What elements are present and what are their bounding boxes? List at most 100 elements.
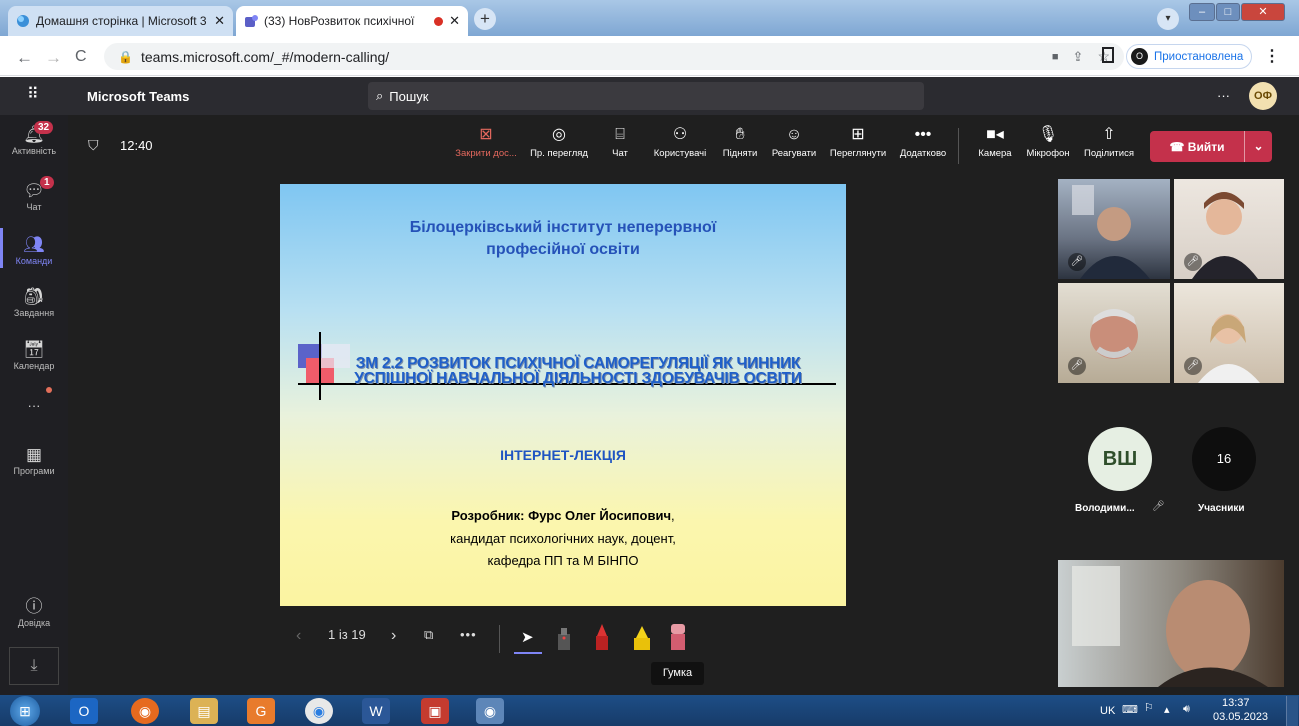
ctrl-label: Поділитися	[1084, 148, 1134, 159]
rail-calendar[interactable]: 📅︎ Календар	[0, 339, 68, 371]
red-pen-icon[interactable]	[592, 622, 612, 652]
ctrl-label: Пр. перегляд	[530, 148, 588, 159]
search-icon: ⌕	[376, 88, 384, 103]
leave-label: Вийти	[1187, 139, 1225, 154]
close-tab-icon[interactable]: ✕	[449, 13, 460, 29]
file-explorer-icon[interactable]: ▤	[190, 698, 218, 724]
author-comma: ,	[671, 508, 675, 523]
participant-avatar[interactable]: ВШ	[1088, 427, 1152, 491]
participant-video-4[interactable]: 🎤︎	[1174, 283, 1284, 383]
stop-sharing-button[interactable]: ⊠ Закрити дос...	[453, 124, 519, 159]
shared-slide: Білоцерківський інститут неперервної про…	[280, 184, 846, 606]
people-button[interactable]: ⚇ Користувачі	[649, 124, 711, 159]
calendar-icon: 📅︎	[23, 340, 45, 359]
search-input[interactable]: ⌕ Пошук	[368, 82, 924, 110]
muted-mic-icon: 🎤︎	[1184, 357, 1202, 375]
pointer-tool-button[interactable]: ➤	[512, 622, 544, 654]
maximize-button[interactable]: □	[1216, 3, 1240, 21]
outlook-icon[interactable]: O	[70, 698, 98, 724]
rail-assignments[interactable]: 🎒︎ Завдання	[0, 286, 68, 318]
camera-button[interactable]: ■◂ Камера	[973, 124, 1017, 159]
clock-time[interactable]: 13:37	[1222, 697, 1250, 709]
browser-tab-strip: Домашня сторінка | Microsoft 3 ✕ (33) Но…	[0, 0, 1299, 36]
grid-icon: ⊞	[851, 126, 865, 143]
rail-label: Активність	[11, 146, 57, 156]
slide-more-icon[interactable]: •••	[460, 627, 477, 642]
share-page-icon[interactable]: ⇪	[1073, 49, 1084, 65]
chevron-down-icon[interactable]: ⌄	[1244, 131, 1272, 162]
network-icon[interactable]: ⚐	[1144, 701, 1154, 714]
presentation-app-icon[interactable]: ▣	[421, 698, 449, 724]
apps-icon: ▦	[25, 445, 43, 464]
profile-button[interactable]: O Приостановлена	[1126, 44, 1252, 69]
leave-button[interactable]: ☎ Вийти ⌄	[1150, 131, 1272, 162]
clock-date[interactable]: 03.05.2023	[1213, 711, 1268, 723]
participant-video-1[interactable]: 🎤︎	[1058, 179, 1170, 279]
slides-grid-icon[interactable]: ⧉	[424, 627, 433, 643]
highlighter-icon[interactable]	[631, 622, 653, 652]
slide-page: 1 із 19	[328, 627, 366, 642]
tab-home[interactable]: Домашня сторінка | Microsoft 3 ✕	[8, 6, 233, 36]
laser-pointer-icon[interactable]	[555, 624, 573, 652]
rail-chat[interactable]: 💬︎ Чат	[0, 180, 68, 212]
ctrl-label: Закрити дос...	[455, 148, 517, 159]
tab-search-icon[interactable]: ▾	[1157, 8, 1179, 30]
more-icon: •••	[914, 126, 932, 143]
chrome-active-icon[interactable]: ◉	[476, 698, 504, 724]
back-icon[interactable]: ←	[16, 48, 33, 68]
forward-icon[interactable]: →	[45, 48, 62, 68]
user-avatar[interactable]: ОФ	[1249, 82, 1277, 110]
preview-button[interactable]: ◎ Пр. перегляд	[525, 124, 593, 159]
rail-more[interactable]: ···	[0, 398, 68, 413]
header-more-icon[interactable]: ···	[1217, 88, 1230, 103]
eraser-icon[interactable]	[668, 622, 688, 652]
profile-avatar: O	[1131, 48, 1148, 65]
firefox-icon[interactable]: ◉	[131, 698, 159, 724]
word-icon[interactable]: W	[362, 698, 390, 724]
chat-button[interactable]: ⌸ Чат	[603, 124, 637, 159]
close-tab-icon[interactable]: ✕	[214, 13, 225, 29]
camera-indicator-icon[interactable]: ■	[1052, 51, 1059, 63]
more-apps-icon: ···	[27, 398, 41, 413]
close-window-button[interactable]: ✕	[1241, 3, 1285, 21]
more-actions-button[interactable]: ••• Додатково	[895, 124, 951, 159]
start-button[interactable]: ⊞	[10, 696, 40, 726]
participants-count-button[interactable]: 16	[1192, 427, 1256, 491]
browser-menu-icon[interactable]: ⋮	[1264, 46, 1280, 66]
participant-video-2[interactable]: 🎤︎	[1174, 179, 1284, 279]
microphone-button[interactable]: 🎙︎ Мікрофон	[1022, 124, 1074, 159]
help-icon: ⓘ	[25, 597, 43, 616]
url-field[interactable]: 🔒 teams.microsoft.com/_#/modern-calling/…	[104, 43, 1124, 70]
slide-author-dept: кафедра ПП та М БІНПО	[487, 553, 639, 568]
next-slide-icon[interactable]: ›	[391, 627, 396, 645]
url-text: teams.microsoft.com/_#/modern-calling/	[140, 48, 390, 65]
participant-video-3[interactable]: 🎤︎	[1058, 283, 1170, 383]
meeting-timer: 12:40	[120, 138, 153, 153]
language-indicator[interactable]: UK	[1100, 705, 1115, 717]
show-hidden-icon[interactable]: ▴	[1164, 703, 1170, 716]
self-video[interactable]	[1058, 560, 1284, 687]
rail-apps[interactable]: ▦ Програми	[0, 444, 68, 476]
tab-teams[interactable]: (33) НовРозвиток психічної ✕	[236, 6, 468, 36]
people-icon: ⚇	[672, 126, 688, 143]
chat-icon: 💬︎	[23, 181, 45, 200]
rail-help[interactable]: ⓘ Довідка	[0, 596, 68, 628]
rail-teams[interactable]: 👥︎ Команди	[0, 234, 68, 266]
react-button[interactable]: ☺ Реагувати	[768, 124, 820, 159]
pdf-app-icon[interactable]: G	[247, 698, 275, 724]
sidepanel-icon[interactable]	[1102, 47, 1114, 63]
download-button[interactable]: ⤓	[9, 647, 59, 685]
view-button[interactable]: ⊞ Переглянути	[822, 124, 894, 159]
raise-hand-button[interactable]: ✋︎ Підняти	[716, 124, 764, 159]
prev-slide-icon[interactable]: ‹	[296, 627, 301, 645]
rail-label: Календар	[13, 361, 55, 371]
show-desktop-button[interactable]	[1286, 696, 1298, 726]
keyboard-icon[interactable]: ⌨	[1122, 703, 1138, 716]
chrome-icon[interactable]: ◉	[305, 698, 333, 724]
new-tab-button[interactable]: +	[474, 8, 496, 30]
reload-icon[interactable]: C	[75, 48, 87, 66]
app-launcher-icon[interactable]: ⠿	[27, 84, 39, 104]
volume-icon[interactable]: 🔊︎	[1183, 703, 1190, 716]
share-button[interactable]: ⇧ Поділитися	[1078, 124, 1140, 159]
minimize-button[interactable]: –	[1189, 3, 1215, 21]
